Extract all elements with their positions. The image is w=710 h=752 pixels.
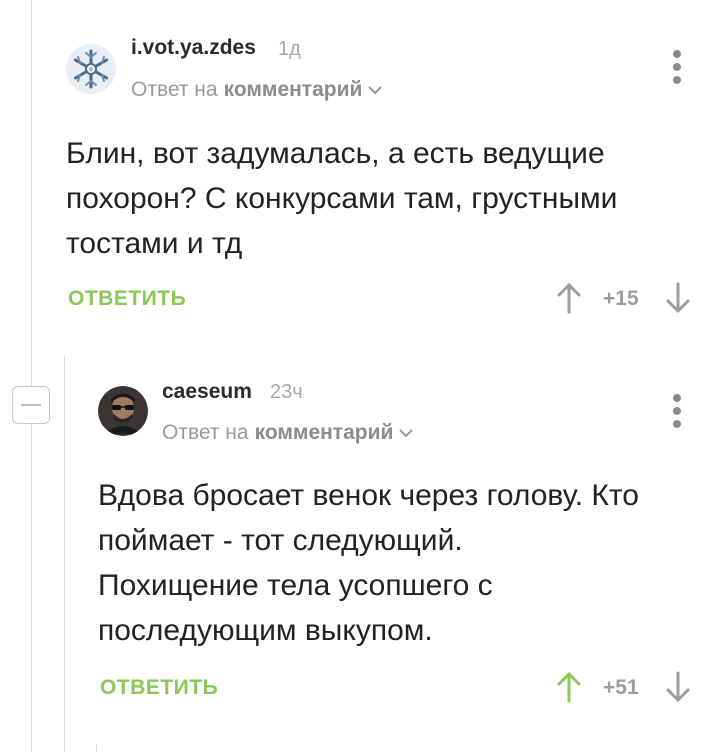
reply-to-prefix: Ответ на <box>131 78 218 101</box>
comment-text-line: последующим выкупом. <box>98 614 433 647</box>
reply-to-line: Ответ на комментарий <box>162 421 414 445</box>
vertical-dots-icon <box>673 50 681 58</box>
username[interactable]: caeseum <box>162 380 252 404</box>
chevron-down-icon[interactable] <box>368 85 383 95</box>
chevron-down-icon[interactable] <box>399 428 414 438</box>
arrow-down-icon[interactable] <box>665 671 691 703</box>
reply-to-prefix: Ответ на <box>162 421 249 444</box>
comment-text: Блин, вот задумалась, а есть ведущие пох… <box>66 131 617 266</box>
reply-to-comment-link[interactable]: комментарий <box>255 421 394 445</box>
comment-text-line: поймает - тот следующий. <box>98 524 463 557</box>
thread-line-inner <box>64 356 65 752</box>
arrow-down-icon[interactable] <box>665 282 691 314</box>
comment-rating: +15 <box>603 287 639 310</box>
arrow-up-icon[interactable] <box>556 282 582 314</box>
avatar[interactable] <box>66 44 116 94</box>
comment-text-line: Вдова бросает венок через голову. Кто <box>98 479 639 512</box>
comment-menu-button[interactable] <box>670 394 684 428</box>
comment-text-line: похорон? С конкурсами там, грустными <box>66 182 618 215</box>
thread-line-outer-lower <box>31 424 32 752</box>
thread-line-outer <box>31 0 32 386</box>
minus-icon <box>21 404 41 406</box>
snowflake-avatar-image <box>66 44 116 94</box>
comment-text-line: Блин, вот задумалась, а есть ведущие <box>66 137 605 170</box>
reply-to-line: Ответ на комментарий <box>131 78 383 102</box>
comment-text-line: тостами и тд <box>66 227 243 260</box>
comment-time: 1д <box>278 38 301 60</box>
collapse-thread-button[interactable] <box>12 386 50 424</box>
vertical-dots-icon <box>673 394 681 402</box>
comment-time: 23ч <box>270 381 303 403</box>
arrow-up-icon[interactable] <box>556 671 582 703</box>
comment-text-line: Похищение тела усопшего с <box>98 569 493 602</box>
user-photo-avatar-image <box>98 386 148 436</box>
comment-text: Вдова бросает венок через голову. Кто по… <box>98 473 639 653</box>
reply-button[interactable]: ОТВЕТИТЬ <box>68 287 186 311</box>
comment-rating: +51 <box>603 676 639 699</box>
avatar[interactable] <box>98 386 148 436</box>
thread-line-nested <box>96 744 97 752</box>
reply-button[interactable]: ОТВЕТИТЬ <box>100 676 218 700</box>
reply-to-comment-link[interactable]: комментарий <box>224 78 363 102</box>
username[interactable]: i.vot.ya.zdes <box>131 36 256 60</box>
comment-menu-button[interactable] <box>670 50 684 84</box>
